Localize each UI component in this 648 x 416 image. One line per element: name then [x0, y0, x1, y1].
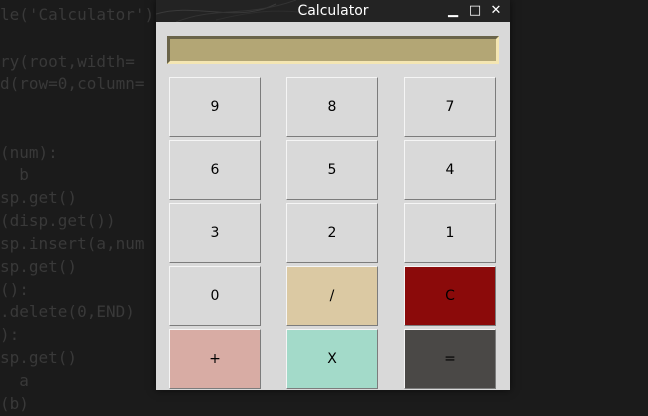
code-line: sp.insert(a,num	[0, 234, 145, 253]
code-line: ):	[0, 325, 20, 344]
maximize-icon[interactable]: □	[464, 0, 486, 22]
multiply-button[interactable]: X	[286, 329, 378, 389]
code-line: ry(root,width=	[0, 52, 135, 71]
code-line: (num):	[0, 143, 58, 162]
close-icon[interactable]: ✕	[485, 0, 507, 22]
code-line: ():	[0, 280, 29, 299]
code-line: sp.get()	[0, 257, 78, 276]
divide-button[interactable]: /	[286, 266, 378, 326]
equals-button[interactable]: =	[404, 329, 496, 389]
minimize-icon[interactable]: ▁	[442, 0, 464, 22]
add-button[interactable]: +	[169, 329, 261, 389]
code-line: a	[0, 371, 29, 390]
calculator-window: Calculator ▁ □ ✕ 9 8 7 6 5 4 3 2 1 0 / C + X =	[156, 0, 510, 390]
calculator-display[interactable]	[167, 36, 499, 64]
button-8[interactable]: 8	[286, 77, 378, 137]
button-9[interactable]: 9	[169, 77, 261, 137]
button-0[interactable]: 0	[169, 266, 261, 326]
code-line: (disp.get())	[0, 211, 116, 230]
code-line: sp.get()	[0, 188, 78, 207]
button-7[interactable]: 7	[404, 77, 496, 137]
button-5[interactable]: 5	[286, 140, 378, 200]
button-6[interactable]: 6	[169, 140, 261, 200]
button-3[interactable]: 3	[169, 203, 261, 263]
code-line: le('Calculator')	[0, 5, 155, 24]
code-line: b	[0, 165, 29, 184]
code-line: sp.get()	[0, 348, 78, 367]
clear-button[interactable]: C	[404, 266, 496, 326]
code-line: .delete(0,END)	[0, 302, 135, 321]
code-line: d(row=0,column=	[0, 74, 145, 93]
code-line: (b)	[0, 394, 29, 413]
button-1[interactable]: 1	[404, 203, 496, 263]
button-4[interactable]: 4	[404, 140, 496, 200]
title-bar[interactable]: Calculator ▁ □ ✕	[156, 0, 510, 22]
button-2[interactable]: 2	[286, 203, 378, 263]
